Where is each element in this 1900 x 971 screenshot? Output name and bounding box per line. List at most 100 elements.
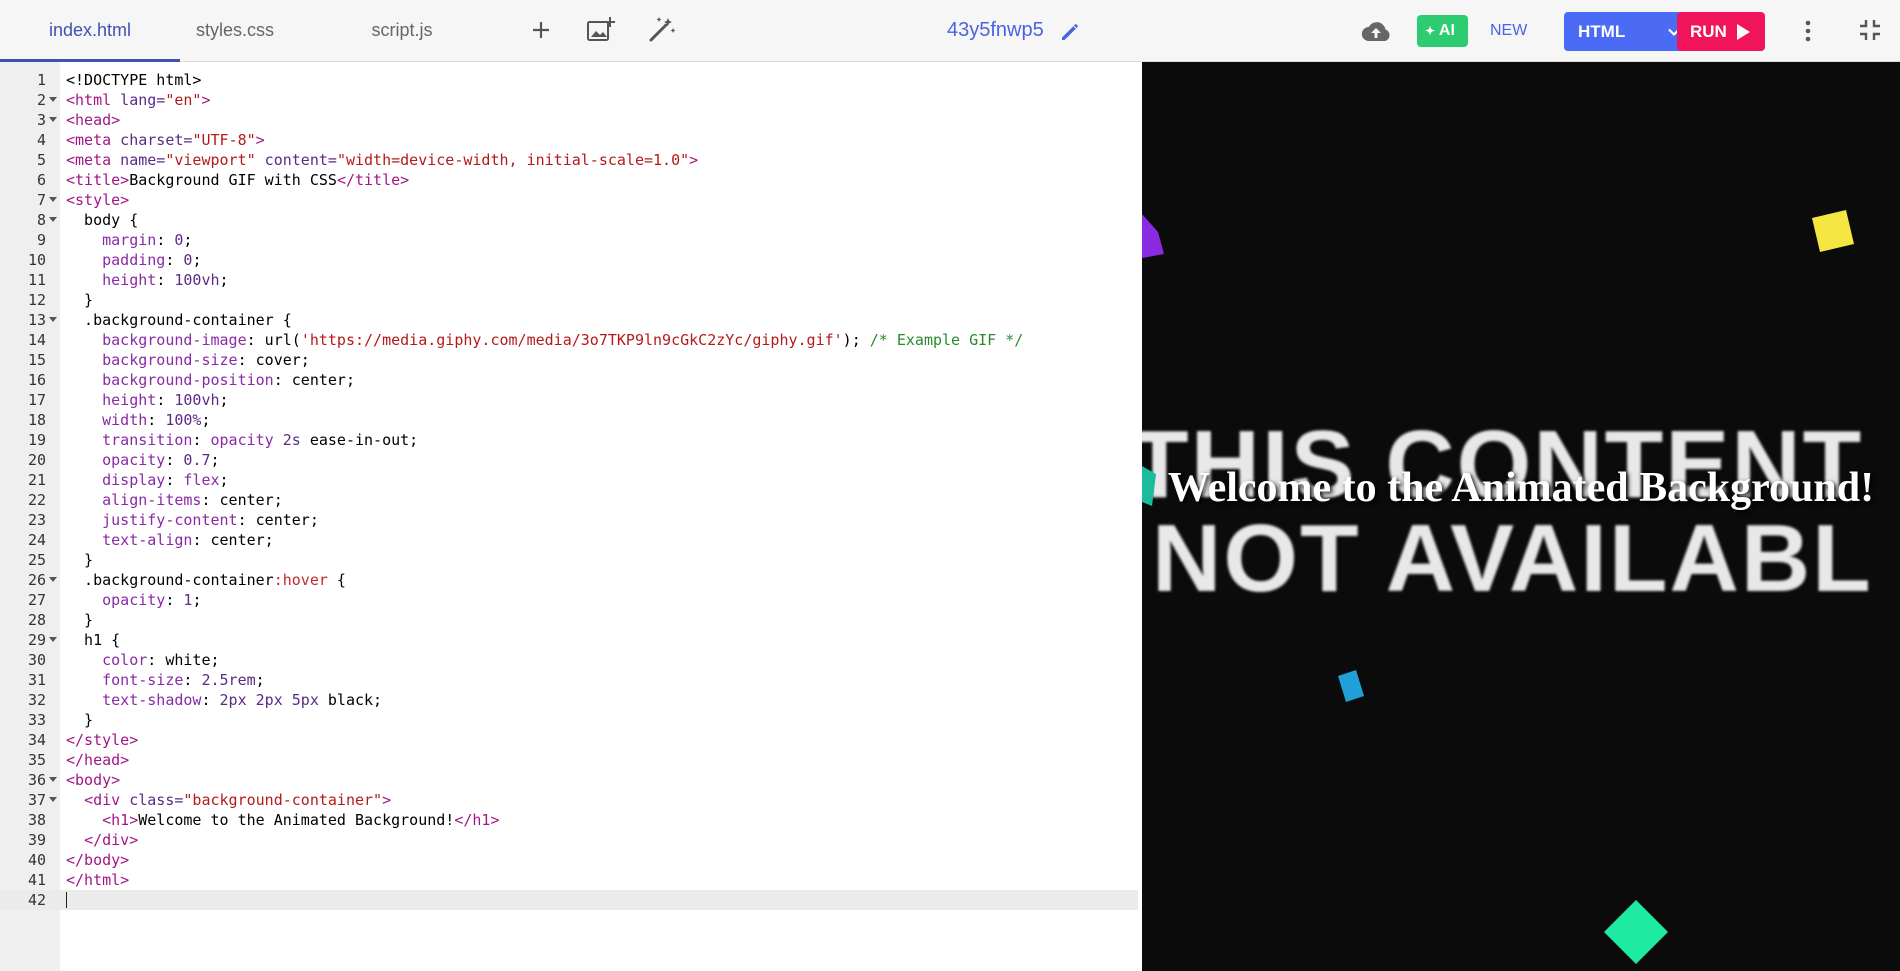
line-code: <body> [66, 771, 121, 789]
fold-arrow-icon[interactable] [49, 577, 57, 582]
code-line[interactable]: 30 color: white; [0, 650, 1138, 670]
confetti-yellow [1812, 210, 1854, 252]
line-code: width: 100%; [102, 411, 211, 429]
fold-arrow-icon[interactable] [49, 317, 57, 322]
tab-styles-css[interactable]: styles.css [168, 0, 302, 62]
add-image-icon[interactable] [583, 13, 617, 47]
language-select-label: HTML [1578, 22, 1626, 41]
line-number: 14 [27, 331, 46, 349]
code-line[interactable]: 10 padding: 0; [0, 250, 1138, 270]
code-line[interactable]: 38 <h1>Welcome to the Animated Backgroun… [0, 810, 1138, 830]
code-line[interactable]: 34 </style> [0, 730, 1138, 750]
fold-arrow-icon[interactable] [49, 777, 57, 782]
fold-arrow-icon[interactable] [49, 797, 57, 802]
code-line[interactable]: 28 } [0, 610, 1138, 630]
ai-button[interactable]: ✦ AI [1417, 15, 1468, 47]
magic-wand-icon[interactable] [644, 13, 678, 47]
line-number: 4 [36, 131, 46, 149]
line-number: 31 [27, 671, 46, 689]
tab-index-html[interactable]: index.html [0, 0, 180, 62]
collapse-icon[interactable] [1857, 17, 1883, 43]
code-line[interactable]: 32 text-shadow: 2px 2px 5px black; [0, 690, 1138, 710]
line-number: 32 [27, 691, 46, 709]
code-line[interactable]: 18 width: 100%; [0, 410, 1138, 430]
code-line[interactable]: 7 <style> [0, 190, 1138, 210]
code-line[interactable]: 14 background-image: url('https://media.… [0, 330, 1138, 350]
code-line[interactable]: 35 </head> [0, 750, 1138, 770]
code-line[interactable]: 42 [0, 890, 1138, 910]
new-button[interactable]: NEW [1490, 15, 1527, 47]
fold-arrow-icon[interactable] [49, 117, 57, 122]
code-line[interactable]: 21 display: flex; [0, 470, 1138, 490]
code-line[interactable]: 6 <title>Background GIF with CSS</title> [0, 170, 1138, 190]
edit-pencil-icon[interactable] [1058, 20, 1082, 44]
code-line[interactable]: 26 .background-container:hover { [0, 570, 1138, 590]
line-code: </html> [66, 871, 130, 889]
code-line[interactable]: 15 background-size: cover; [0, 350, 1138, 370]
code-line[interactable]: 33 } [0, 710, 1138, 730]
code-line[interactable]: 41 </html> [0, 870, 1138, 890]
line-code: justify-content: center; [102, 511, 319, 529]
line-number: 26 [27, 571, 46, 589]
fold-arrow-icon[interactable] [49, 217, 57, 222]
code-line[interactable]: 23 justify-content: center; [0, 510, 1138, 530]
more-vertical-icon[interactable] [1796, 15, 1820, 47]
text-cursor [66, 892, 67, 908]
line-code: <h1>Welcome to the Animated Background!<… [102, 811, 500, 829]
line-number: 36 [27, 771, 46, 789]
code-line[interactable]: 24 text-align: center; [0, 530, 1138, 550]
line-number: 29 [27, 631, 46, 649]
code-line[interactable]: 11 height: 100vh; [0, 270, 1138, 290]
code-line[interactable]: 12 } [0, 290, 1138, 310]
add-file-icon[interactable] [524, 13, 558, 47]
code-line[interactable]: 3 <head> [0, 110, 1138, 130]
tab-script-js[interactable]: script.js [340, 0, 464, 62]
code-line[interactable]: 9 margin: 0; [0, 230, 1138, 250]
code-line[interactable]: 17 height: 100vh; [0, 390, 1138, 410]
code-line[interactable]: 2 <html lang="en"> [0, 90, 1138, 110]
code-line[interactable]: 13 .background-container { [0, 310, 1138, 330]
line-number: 20 [27, 451, 46, 469]
code-line[interactable]: 40 </body> [0, 850, 1138, 870]
code-line[interactable]: 31 font-size: 2.5rem; [0, 670, 1138, 690]
code-line[interactable]: 22 align-items: center; [0, 490, 1138, 510]
run-button[interactable]: RUN [1677, 12, 1765, 51]
code-line[interactable]: 19 transition: opacity 2s ease-in-out; [0, 430, 1138, 450]
fold-arrow-icon[interactable] [49, 637, 57, 642]
line-number: 22 [27, 491, 46, 509]
line-number: 3 [36, 111, 46, 129]
code-line[interactable]: 39 </div> [0, 830, 1138, 850]
code-line[interactable]: 8 body { [0, 210, 1138, 230]
line-number: 37 [27, 791, 46, 809]
code-line[interactable]: 5 <meta name="viewport" content="width=de… [0, 150, 1138, 170]
code-line[interactable]: 1 <!DOCTYPE html> [0, 70, 1138, 90]
confetti-purple [1142, 214, 1164, 258]
code-line[interactable]: 27 opacity: 1; [0, 590, 1138, 610]
line-number: 6 [36, 171, 46, 189]
code-line[interactable]: 20 opacity: 0.7; [0, 450, 1138, 470]
cloud-upload-icon[interactable] [1360, 16, 1392, 48]
code-line[interactable]: 36 <body> [0, 770, 1138, 790]
project-name[interactable]: 43y5fnwp5 [947, 0, 1044, 62]
line-number: 25 [27, 551, 46, 569]
line-number: 28 [27, 611, 46, 629]
code-line[interactable]: 37 <div class="background-container"> [0, 790, 1138, 810]
preview-heading: Welcome to the Animated Background! [1167, 465, 1875, 511]
line-code: <style> [66, 191, 130, 209]
fold-arrow-icon[interactable] [49, 97, 57, 102]
line-code: font-size: 2.5rem; [102, 671, 265, 689]
preview-pane[interactable]: THIS CONTENT NOT AVAILABL Welcome to the… [1142, 62, 1900, 971]
line-number: 19 [27, 431, 46, 449]
code-line[interactable]: 4 <meta charset="UTF-8"> [0, 130, 1138, 150]
line-number: 15 [27, 351, 46, 369]
fold-arrow-icon[interactable] [49, 197, 57, 202]
code-line[interactable]: 25 } [0, 550, 1138, 570]
line-number: 5 [36, 151, 46, 169]
line-number: 35 [27, 751, 46, 769]
line-code: background-position: center; [102, 371, 355, 389]
line-number: 42 [27, 891, 46, 909]
line-code: } [66, 291, 94, 309]
code-line[interactable]: 29 h1 { [0, 630, 1138, 650]
code-editor[interactable]: 1 <!DOCTYPE html> 2 <html lang="en"> 3 <head>… [0, 62, 1142, 971]
code-line[interactable]: 16 background-position: center; [0, 370, 1138, 390]
